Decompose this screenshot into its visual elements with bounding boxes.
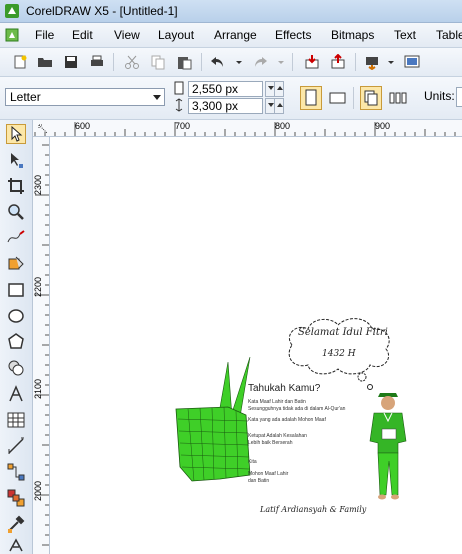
body-line: Ketupat Adalah Kesalahan [248, 433, 307, 439]
title-bar: CorelDRAW X5 - [Untitled-1] [0, 0, 462, 23]
menu-bitmaps[interactable]: Bitmaps [331, 28, 374, 42]
export-icon[interactable] [330, 54, 346, 70]
undo-dropdown-icon[interactable] [234, 54, 244, 70]
redo-dropdown-icon[interactable] [276, 54, 286, 70]
toolbar-separator [292, 53, 293, 71]
ruler-label: 2300 [33, 174, 43, 195]
signature-text: Latif Ardiansyah & Family [260, 505, 367, 514]
body-line: Sesungguhnya tidak ada di dalam Al-Qur'a… [248, 406, 346, 412]
document-icon[interactable] [4, 27, 20, 43]
ruler-ticks [34, 122, 456, 136]
units-label: Units: [424, 89, 455, 103]
rectangle-tool-icon[interactable] [6, 280, 26, 300]
body-line: Kita [248, 459, 257, 465]
window-title: CorelDRAW X5 - [Untitled-1] [26, 4, 178, 18]
smart-fill-icon[interactable] [6, 254, 26, 274]
table-tool-icon[interactable] [6, 410, 26, 430]
toolbar-separator [353, 87, 354, 109]
print-icon[interactable] [89, 54, 105, 70]
portrait-orientation-icon[interactable] [300, 86, 322, 110]
text-tool-icon[interactable] [6, 384, 26, 404]
ruler-label: 2000 [33, 480, 43, 501]
paper-size-value: Letter [10, 90, 41, 104]
shape-tool-icon[interactable] [6, 150, 26, 170]
toolbar-separator [113, 53, 114, 71]
coreldraw-app-icon [5, 4, 19, 18]
zoom-tool-icon[interactable] [6, 202, 26, 222]
connector-tool-icon[interactable] [6, 462, 26, 482]
polygon-tool-icon[interactable] [6, 332, 26, 352]
ellipse-tool-icon[interactable] [6, 306, 26, 326]
height-spinner[interactable] [265, 98, 284, 114]
menu-text[interactable]: Text [394, 28, 416, 42]
publish-dropdown-icon[interactable] [386, 54, 396, 70]
menu-bar: File Edit View Layout Arrange Effects Bi… [0, 23, 462, 48]
pick-tool-icon[interactable] [6, 124, 26, 144]
paper-size-select[interactable]: Letter [5, 88, 165, 106]
import-icon[interactable] [304, 54, 320, 70]
app-launcher-icon[interactable] [404, 54, 420, 70]
artwork-heading: Tahukah Kamu? [248, 383, 321, 394]
page-width-field[interactable]: 2,550 px [188, 81, 263, 97]
menu-layout[interactable]: Layout [158, 28, 194, 42]
toolbar-separator [355, 53, 356, 71]
toolbox [0, 120, 33, 554]
undo-icon[interactable] [210, 54, 226, 70]
toolbar-separator [201, 53, 202, 71]
crop-tool-icon[interactable] [6, 176, 26, 196]
units-select[interactable] [456, 87, 462, 107]
horizontal-ruler[interactable]: 600 700 800 900 [33, 120, 462, 137]
menu-effects[interactable]: Effects [275, 28, 311, 42]
page-height-field[interactable]: 3,300 px [188, 98, 263, 114]
all-pages-icon[interactable] [360, 86, 382, 110]
basic-shapes-icon[interactable] [6, 358, 26, 378]
redo-icon[interactable] [252, 54, 268, 70]
menu-table[interactable]: Table [436, 28, 462, 42]
outline-tool-icon[interactable] [6, 538, 26, 552]
save-icon[interactable] [63, 54, 79, 70]
width-spinner[interactable] [265, 81, 284, 97]
ruler-label: 700 [175, 121, 191, 131]
property-bar: Letter 2,550 px 3,300 px Units: [0, 77, 462, 120]
publish-icon[interactable] [364, 54, 380, 70]
chevron-down-icon [153, 95, 161, 100]
ruler-label: 2100 [33, 378, 43, 399]
page-width-icon [174, 81, 184, 95]
ruler-label: 600 [75, 121, 91, 131]
page-height-icon [175, 98, 183, 112]
cut-icon[interactable] [124, 54, 140, 70]
freehand-tool-icon[interactable] [6, 228, 26, 248]
menu-view[interactable]: View [114, 28, 140, 42]
body-line: Mohon Maaf Lahir [248, 471, 289, 477]
landscape-orientation-icon[interactable] [326, 86, 348, 110]
eyedropper-tool-icon[interactable] [6, 514, 26, 534]
body-line: Kata Maaf Lahir dan Batin [248, 399, 306, 405]
ruler-label: 2200 [33, 276, 43, 297]
menu-edit[interactable]: Edit [72, 28, 93, 42]
menu-file[interactable]: File [35, 28, 54, 42]
menu-arrange[interactable]: Arrange [214, 28, 257, 42]
ruler-label: 800 [275, 121, 291, 131]
artwork-body: Kata Maaf Lahir dan Batin Sesungguhnya t… [248, 399, 368, 484]
cloud-greeting-line2: 1432 H [322, 349, 356, 359]
ruler-label: 900 [375, 121, 391, 131]
drawing-canvas[interactable]: Selamat Idul Fitri 1432 H Tahukah Kamu? … [50, 137, 462, 554]
cloud-greeting-line1: Selamat Idul Fitri [298, 327, 388, 338]
body-line: Kata yang ada adalah Mohon Maaf [248, 417, 326, 423]
new-icon[interactable] [12, 54, 28, 70]
ruler-origin-icon[interactable] [36, 122, 50, 136]
blend-tool-icon[interactable] [6, 488, 26, 508]
copy-icon[interactable] [150, 54, 166, 70]
paste-icon[interactable] [176, 54, 192, 70]
dimension-tool-icon[interactable] [6, 436, 26, 456]
vertical-ruler[interactable]: 2300 2200 2100 2000 [33, 137, 50, 554]
character-figure[interactable] [368, 391, 410, 503]
standard-toolbar: 100 [0, 48, 462, 118]
current-page-icon[interactable] [387, 86, 409, 110]
body-line: Lebih baik Berserah [248, 440, 293, 446]
body-line: dan Batin [248, 478, 270, 484]
open-icon[interactable] [37, 54, 53, 70]
